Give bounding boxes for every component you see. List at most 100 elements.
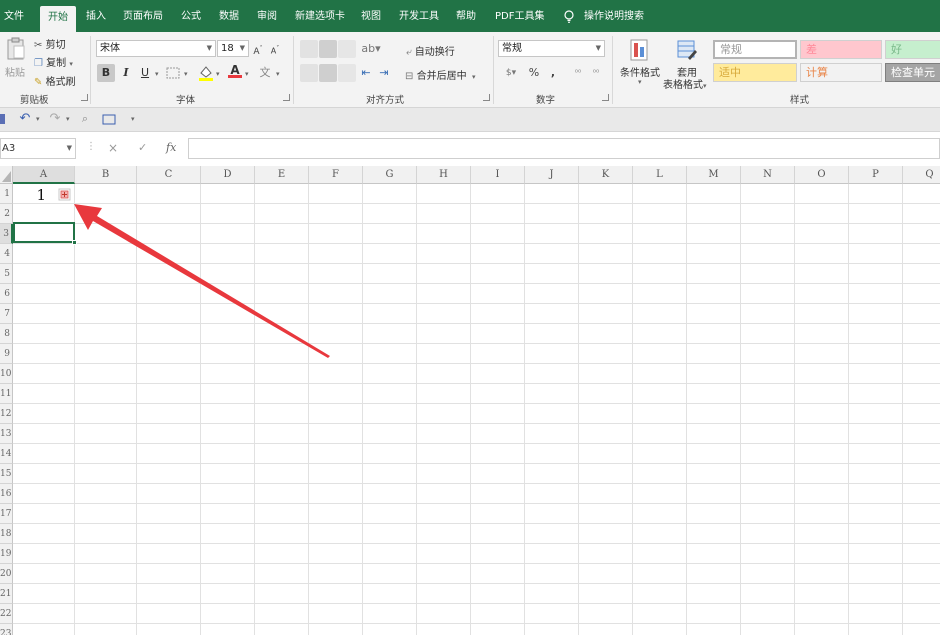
tab-view[interactable]: 视图 [361,0,381,32]
percent-button[interactable]: % [528,64,540,82]
cancel-entry-icon[interactable]: × [108,141,118,155]
italic-button[interactable]: I [117,64,135,82]
tab-formulas[interactable]: 公式 [181,0,201,32]
tab-pdf-tools[interactable]: PDF工具集 [495,0,544,32]
chevron-down-icon[interactable]: ▾ [276,70,280,78]
middle-align-icon[interactable] [319,40,337,58]
chevron-down-icon[interactable]: ▾ [155,70,159,78]
align-right-icon[interactable] [338,64,356,82]
format-painter-button[interactable]: ✎ 格式刷 [34,73,76,88]
customize-qat-icon[interactable]: ▾ [131,115,135,123]
style-good[interactable]: 好 [885,40,940,59]
fill-color-icon[interactable] [198,64,214,82]
font-size-value: 18 [221,43,234,54]
font-color-letter: A [230,63,240,77]
enter-entry-icon[interactable]: ✓ [138,141,147,154]
screen-capture-icon[interactable] [102,114,116,126]
orientation-icon[interactable]: ab▾ [360,40,382,58]
chevron-down-icon: ▾ [703,82,707,90]
increase-font-size-icon[interactable]: A˄ [252,40,264,58]
number-format-value: 常规 [502,43,522,54]
style-neutral[interactable]: 适中 [713,63,797,82]
redo-icon[interactable]: ↷ [48,110,62,128]
borders-icon[interactable] [166,67,180,79]
alignment-dialog-launcher[interactable] [483,94,490,101]
annotation-arrow [74,204,330,358]
bottom-align-icon[interactable] [338,40,356,58]
chevron-down-icon[interactable]: ▾ [66,115,70,123]
paste-icon[interactable] [6,37,26,61]
conditional-formatting-button[interactable]: 条件格式 [620,64,660,79]
top-align-icon[interactable] [300,40,318,58]
currency-format-icon[interactable]: $▾ [500,64,522,82]
style-bad[interactable]: 差 [800,40,882,59]
clipboard-dialog-launcher[interactable] [81,94,88,101]
format-as-table-line2[interactable]: 表格格式▾ [663,76,707,91]
number-dialog-launcher[interactable] [602,94,609,101]
wrap-text-button[interactable]: ⤶ 自动换行 [406,43,455,58]
number-group-label: 数字 [536,95,556,106]
tab-insert[interactable]: 插入 [86,0,106,32]
decrease-indent-icon[interactable]: ⇤ [358,64,374,82]
increase-indent-icon[interactable]: ⇥ [376,64,392,82]
wrap-text-icon: ⤶ [406,47,412,58]
style-check-cell[interactable]: 检查单元 [885,63,940,82]
decrease-font-size-icon[interactable]: A˅ [269,40,281,58]
font-size-dropdown[interactable]: 18 ▼ [217,40,249,57]
formula-bar: A3 ▼ ⋮ × ✓ fx [0,138,940,160]
tab-new-tab[interactable]: 新建选项卡 [295,0,345,32]
formula-input[interactable] [188,138,940,159]
chevron-down-icon[interactable]: ▾ [36,115,40,123]
align-left-icon[interactable] [300,64,318,82]
group-separator [493,36,494,104]
undo-icon[interactable]: ↶ [18,110,32,128]
drag-handle-icon[interactable]: ⋮ [86,141,96,152]
font-color-button[interactable]: A [228,63,242,81]
chevron-down-icon[interactable]: ▾ [245,70,249,78]
paste-button[interactable]: 粘贴 [5,64,25,79]
chevron-down-icon: ▼ [595,44,601,52]
tab-help[interactable]: 帮助 [456,0,476,32]
worksheet-grid[interactable]: ABCDEFGHIJKLMNOPQ 1 2 3 4 5 6 7 8 9 10 11 12 13 14 15 1… [0,166,940,635]
font-dialog-launcher[interactable] [283,94,290,101]
merge-center-button[interactable]: ⊟ 合并后居中 ▾ [405,67,476,82]
bold-button[interactable]: B [97,64,115,82]
tell-me-search[interactable]: 操作说明搜索 [584,0,644,32]
align-center-icon[interactable] [319,64,337,82]
cut-label: 剪切 [45,40,66,51]
cut-button[interactable]: ✂ 剪切 [34,36,66,51]
chevron-down-icon[interactable]: ▾ [216,70,220,78]
tab-data[interactable]: 数据 [219,0,239,32]
comma-style-button[interactable]: , [548,64,558,82]
increase-decimal-icon[interactable]: ⁰⁰ [572,64,584,82]
save-icon[interactable] [0,114,6,125]
number-format-dropdown[interactable]: 常规 ▼ [498,40,605,57]
format-painter-label: 格式刷 [45,77,76,88]
style-normal[interactable]: 常规 [713,40,797,59]
tab-review[interactable]: 审阅 [257,0,277,32]
tab-file[interactable]: 文件 [4,0,24,32]
styles-group-label: 样式 [790,95,810,106]
chevron-down-icon[interactable]: ▾ [638,78,642,86]
format-as-table-icon[interactable] [676,38,698,62]
clipboard-group-label: 剪贴板 [20,95,49,106]
scissors-icon: ✂ [34,40,43,51]
name-box-value: A3 [2,143,16,154]
name-box[interactable]: A3 ▼ [0,138,76,159]
conditional-formatting-icon[interactable] [629,38,651,62]
underline-button[interactable]: U [136,64,154,82]
alignment-group-label: 对齐方式 [366,95,405,106]
tab-developer[interactable]: 开发工具 [399,0,439,32]
phonetic-icon[interactable]: 文 [258,64,272,82]
decrease-decimal-icon[interactable]: ⁰⁰ [590,64,602,82]
print-preview-icon[interactable]: ⌕ [78,110,92,128]
style-calculation[interactable]: 计算 [800,63,882,82]
font-name-value: 宋体 [100,43,120,54]
tab-home[interactable]: 开始 [40,6,76,32]
chevron-down-icon[interactable]: ▾ [184,70,188,78]
insert-function-icon[interactable]: fx [166,141,176,154]
tab-page-layout[interactable]: 页面布局 [123,0,163,32]
chevron-down-icon: ▾ [69,60,73,68]
copy-button[interactable]: ❐ 复制 ▾ [34,54,73,69]
font-name-dropdown[interactable]: 宋体 ▼ [96,40,216,57]
